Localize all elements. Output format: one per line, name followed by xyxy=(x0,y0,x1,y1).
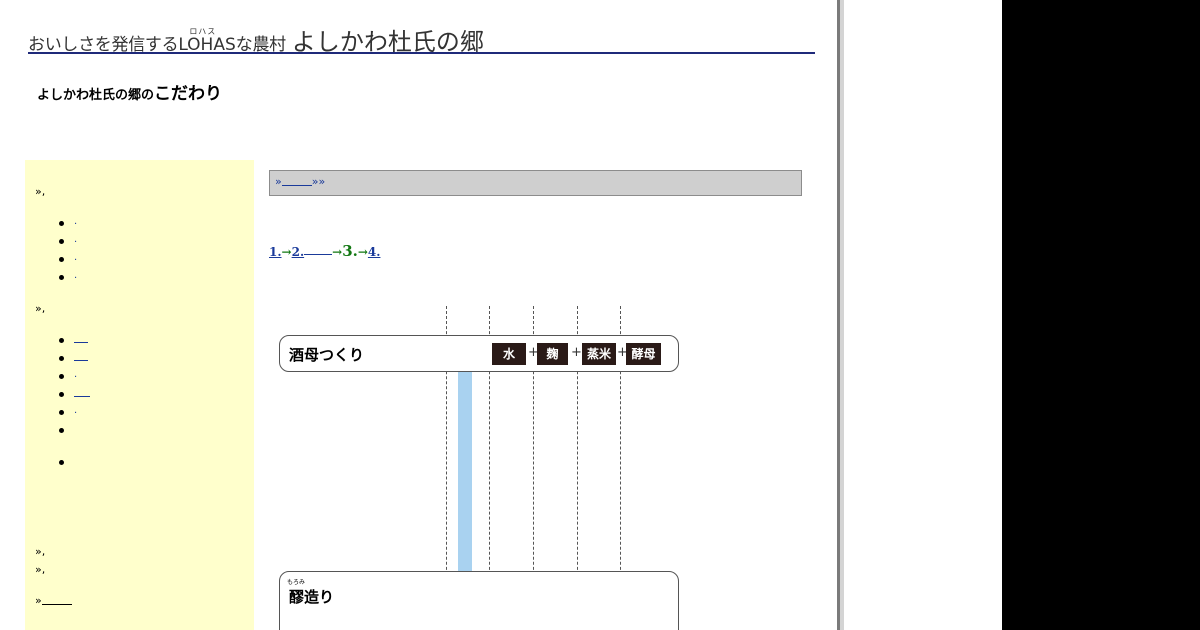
sidebar-link[interactable]: . xyxy=(74,252,77,263)
subtitle-part2: こだわり xyxy=(154,84,223,104)
nav-suffix: »» xyxy=(311,175,326,188)
ingredient-steamed-rice: 蒸米 xyxy=(582,343,616,365)
nav-underline xyxy=(281,175,312,186)
step-3-current: 3. xyxy=(342,242,358,260)
shubo-label: 酒母つくり xyxy=(289,346,365,364)
more-marker: » xyxy=(35,594,42,607)
bullet-icon xyxy=(59,410,64,415)
page: おいしさを発信する ロハス LOHASな農村 よしかわ杜氏の郷 よしかわ杜氏の郷のこだ… xyxy=(0,0,837,630)
page-subtitle: よしかわ杜氏の郷のこだわり xyxy=(37,79,222,104)
sidebar-section4-heading[interactable]: », xyxy=(35,563,45,576)
sidebar-link[interactable]: . xyxy=(74,234,77,245)
process-diagram: 酒母つくり 水 + 麹 + 蒸米 + 酵母 もろみ 醪造り xyxy=(269,306,809,630)
step-4-link[interactable]: 4. xyxy=(368,245,381,259)
sidebar-section2-heading[interactable]: », xyxy=(35,302,45,315)
bullet-icon xyxy=(59,356,64,361)
bullet-icon xyxy=(59,392,64,397)
moromi-ruby: もろみ xyxy=(287,579,306,586)
ingredient-yeast: 酵母 xyxy=(626,343,661,365)
sidebar-link[interactable]: . xyxy=(74,405,77,416)
step-arrow: → xyxy=(281,245,292,259)
lohas-ruby: ロハス xyxy=(189,27,217,36)
bullet-icon xyxy=(59,275,64,280)
sidebar-link[interactable] xyxy=(74,351,88,361)
moromi-step-box: もろみ 醪造り xyxy=(279,571,679,630)
more-underline xyxy=(41,594,72,605)
step-arrow: → xyxy=(357,245,368,259)
sidebar-section1-heading[interactable]: », xyxy=(35,185,45,198)
step-navigation: 1.→2. →3.→4. xyxy=(269,242,380,260)
nav-bar: »»» xyxy=(269,170,802,196)
bullet-icon xyxy=(59,239,64,244)
bullet-icon xyxy=(59,428,64,433)
sidebar-more-link[interactable]: » xyxy=(35,594,72,607)
shubo-step-box: 酒母つくり 水 + 麹 + 蒸米 + 酵母 xyxy=(279,335,679,372)
bullet-icon xyxy=(59,338,64,343)
plus-sign: + xyxy=(571,345,582,360)
nav-bar-link[interactable]: »»» xyxy=(275,175,325,188)
window-shadow xyxy=(840,0,844,630)
ingredient-koji: 麹 xyxy=(537,343,568,365)
step-arrow: → xyxy=(332,245,343,259)
ingredient-water: 水 xyxy=(492,343,526,365)
bullet-icon xyxy=(59,374,64,379)
moromi-label: 醪造り xyxy=(289,588,335,606)
subtitle-part1: よしかわ杜氏の郷の xyxy=(37,88,155,103)
step-1-link[interactable]: 1. xyxy=(269,245,282,259)
sidebar-link[interactable]: . xyxy=(74,216,77,227)
bullet-icon xyxy=(59,221,64,226)
bullet-icon xyxy=(59,257,64,262)
step-2-underline xyxy=(304,242,333,255)
step-2-link[interactable]: 2. xyxy=(292,245,305,259)
nav-prefix: » xyxy=(275,175,282,188)
title-divider xyxy=(28,52,815,54)
sidebar-link[interactable] xyxy=(74,387,90,397)
sidebar-section3-heading[interactable]: », xyxy=(35,545,45,558)
sidebar-link[interactable] xyxy=(74,333,88,343)
black-panel xyxy=(1002,0,1200,630)
sidebar-link[interactable]: . xyxy=(74,270,77,281)
sidebar-link[interactable]: . xyxy=(74,369,77,380)
bullet-icon xyxy=(59,460,64,465)
sidebar: », . . . . », . . », », » xyxy=(25,160,254,630)
